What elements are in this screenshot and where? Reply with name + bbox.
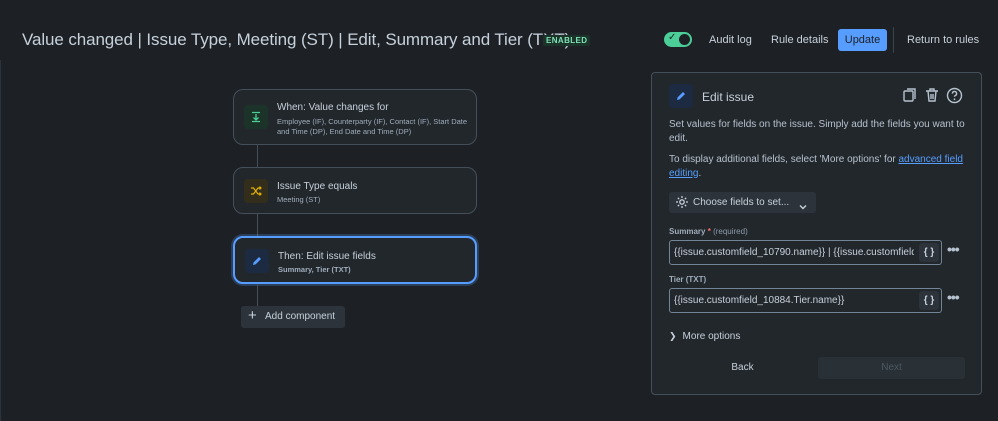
rule-details-button[interactable]: Rule details (771, 29, 828, 51)
required-hint: (required) (713, 227, 748, 236)
more-icon[interactable]: ••• (947, 241, 960, 257)
next-button[interactable]: Next (818, 357, 965, 379)
update-button[interactable]: Update (838, 29, 887, 51)
required-mark: * (707, 227, 711, 236)
audit-log-button[interactable]: Audit log (709, 29, 752, 51)
tier-input[interactable]: {{issue.customfield_10884.Tier.name}} { … (669, 288, 942, 313)
choose-fields-label: Choose fields to set... (693, 197, 790, 208)
shuffle-icon (244, 179, 268, 203)
trash-icon[interactable] (923, 86, 941, 104)
action-subtitle: Summary, Tier (TXT) (278, 265, 351, 274)
smart-value-button[interactable]: { } (919, 243, 939, 262)
copy-icon[interactable] (901, 86, 919, 104)
edit-issue-panel: Edit issue Set values for fields on the … (651, 72, 982, 395)
action-card[interactable]: Then: Edit issue fields Summary, Tier (T… (233, 236, 477, 284)
trigger-icon (244, 105, 268, 129)
summary-label-text: Summary (669, 227, 706, 236)
trigger-subtitle: Employee (IF), Counterparty (IF), Contac… (277, 117, 468, 136)
panel-title: Edit issue (702, 90, 755, 104)
rule-title: Value changed | Issue Type, Meeting (ST)… (22, 30, 571, 49)
summary-field-label: Summary * (required) (669, 227, 748, 236)
condition-title: Issue Type equals (277, 181, 358, 192)
rule-header: Value changed | Issue Type, Meeting (ST)… (0, 0, 998, 60)
rule-enabled-toggle[interactable]: ✓ (664, 32, 692, 47)
note-text: To display additional fields, select 'Mo… (669, 154, 899, 165)
condition-card[interactable]: Issue Type equals Meeting (ST) (233, 167, 477, 214)
canvas-edge (0, 60, 1, 421)
plus-icon: + (248, 307, 257, 324)
choose-fields-dropdown[interactable]: Choose fields to set... (669, 192, 816, 213)
help-icon[interactable] (945, 86, 963, 104)
gear-icon (675, 195, 689, 214)
flow-connector (257, 284, 258, 306)
trigger-title: When: Value changes for (277, 102, 389, 113)
trigger-card[interactable]: When: Value changes for Employee (IF), C… (233, 89, 477, 145)
toggle-knob (679, 34, 690, 45)
check-icon: ✓ (668, 32, 677, 43)
return-to-rules-button[interactable]: Return to rules (907, 29, 979, 51)
panel-description: Set values for fields on the issue. Simp… (669, 119, 965, 144)
add-component-button[interactable]: + Add component (241, 306, 345, 328)
header-divider (893, 27, 894, 53)
more-icon[interactable]: ••• (947, 289, 960, 305)
more-options-toggle[interactable]: ❯ More options (669, 331, 740, 342)
flow-connector (257, 214, 258, 236)
action-title: Then: Edit issue fields (278, 251, 376, 262)
summary-value: {{issue.customfield_10790.name}} | {{iss… (674, 247, 914, 258)
flow-connector (257, 145, 258, 167)
pencil-icon (245, 249, 269, 273)
add-component-label: Add component (265, 311, 336, 322)
advanced-editing-note: To display additional fields, select 'Mo… (669, 153, 969, 180)
back-button[interactable]: Back (669, 357, 816, 379)
tier-field-label: Tier (TXT) (669, 275, 707, 284)
note-period: . (698, 167, 702, 179)
chevron-down-icon (799, 198, 807, 216)
condition-subtitle: Meeting (ST) (277, 195, 321, 204)
more-options-label: More options (682, 331, 741, 342)
smart-value-button[interactable]: { } (919, 291, 939, 310)
status-badge: ENABLED (543, 35, 591, 46)
pencil-icon (669, 84, 693, 108)
chevron-right-icon: ❯ (669, 331, 677, 341)
tier-value: {{issue.customfield_10884.Tier.name}} (674, 295, 845, 306)
summary-input[interactable]: {{issue.customfield_10790.name}} | {{iss… (669, 240, 942, 265)
